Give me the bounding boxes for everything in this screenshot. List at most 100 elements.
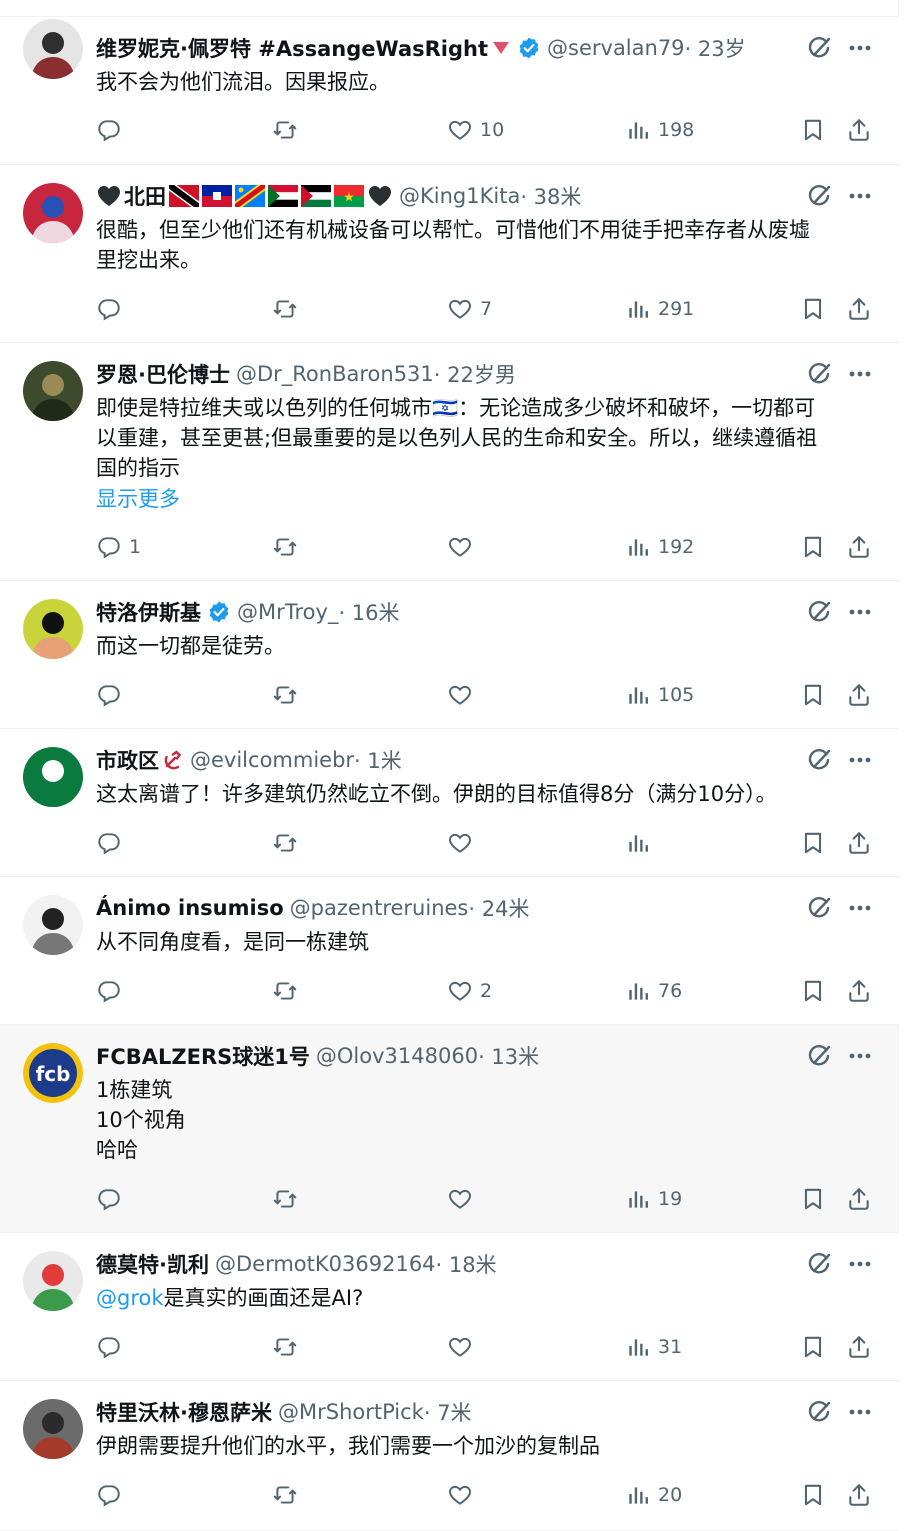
- user-handle[interactable]: @DermotK03692164: [215, 1252, 436, 1276]
- display-name[interactable]: 维罗妮克·佩罗特 #AssangeWasRight: [96, 33, 488, 63]
- retweet-button[interactable]: [272, 828, 298, 858]
- show-more-link[interactable]: 显示更多: [96, 483, 180, 513]
- more-icon[interactable]: [846, 360, 874, 388]
- retweet-button[interactable]: [272, 294, 298, 324]
- user-handle[interactable]: @King1Kita: [399, 184, 520, 208]
- reply-button[interactable]: [96, 680, 122, 710]
- user-handle[interactable]: @evilcommiebr: [190, 748, 354, 772]
- avatar[interactable]: [23, 361, 83, 421]
- share-button[interactable]: [846, 976, 872, 1006]
- reply-button[interactable]: 1: [96, 532, 141, 562]
- avatar[interactable]: fcb: [23, 1043, 83, 1103]
- reply-button[interactable]: [96, 976, 122, 1006]
- display-name[interactable]: Ánimo insumiso: [96, 896, 284, 920]
- reply-button[interactable]: [96, 1480, 122, 1510]
- like-button[interactable]: [447, 1480, 473, 1510]
- share-button[interactable]: [846, 532, 872, 562]
- user-handle[interactable]: @Dr_RonBaron531: [236, 362, 434, 386]
- reply-tweet[interactable]: fcb FCBALZERS球迷1号 @Olov3148060 · 13米 1栋建筑 1…: [0, 1025, 899, 1233]
- user-handle[interactable]: @MrShortPick: [278, 1400, 424, 1424]
- views-button[interactable]: 291: [625, 294, 694, 324]
- reply-tweet[interactable]: 德莫特·凯利 @DermotK03692164 · 18米 @grok是真实的画面还…: [0, 1233, 899, 1381]
- avatar[interactable]: [23, 1399, 83, 1459]
- more-icon[interactable]: [846, 1398, 874, 1426]
- like-button[interactable]: [447, 680, 473, 710]
- reply-button[interactable]: [96, 294, 122, 324]
- share-button[interactable]: [846, 1332, 872, 1362]
- share-button[interactable]: [846, 828, 872, 858]
- display-name[interactable]: FCBALZERS球迷1号: [96, 1041, 310, 1071]
- display-name[interactable]: 特里沃林·穆恩萨米: [96, 1397, 272, 1427]
- reply-tweet[interactable]: 维罗妮克·佩罗特 #AssangeWasRight @servalan79 · 2…: [0, 17, 899, 165]
- reply-button[interactable]: [96, 1332, 122, 1362]
- avatar[interactable]: [23, 747, 83, 807]
- bookmark-button[interactable]: [800, 115, 826, 145]
- user-handle[interactable]: @MrTroy_: [237, 600, 338, 624]
- reply-tweet[interactable]: Ánimo insumiso @pazentreruines · 24米 从不同角度…: [0, 877, 899, 1025]
- bookmark-button[interactable]: [800, 1184, 826, 1214]
- reply-button[interactable]: [96, 828, 122, 858]
- bookmark-button[interactable]: [800, 1332, 826, 1362]
- views-button[interactable]: 198: [625, 115, 694, 145]
- views-button[interactable]: 20: [625, 1480, 682, 1510]
- reply-tweet[interactable]: 市政区 @evilcommiebr · 1米 这太离谱了！许多建筑仍然屹立不倒。伊朗…: [0, 729, 899, 877]
- user-handle[interactable]: @servalan79: [547, 36, 685, 60]
- more-icon[interactable]: [846, 598, 874, 626]
- retweet-button[interactable]: [272, 1480, 298, 1510]
- retweet-button[interactable]: [272, 680, 298, 710]
- timestamp[interactable]: · 23岁: [685, 33, 746, 63]
- reply-button[interactable]: [96, 115, 122, 145]
- grok-icon[interactable]: [806, 746, 834, 774]
- bookmark-button[interactable]: [800, 828, 826, 858]
- retweet-button[interactable]: [272, 976, 298, 1006]
- share-button[interactable]: [846, 294, 872, 324]
- like-button[interactable]: [447, 1332, 473, 1362]
- bookmark-button[interactable]: [800, 976, 826, 1006]
- timestamp[interactable]: · 24米: [468, 893, 529, 923]
- display-name[interactable]: 市政区: [96, 745, 159, 775]
- timestamp[interactable]: · 18米: [436, 1249, 497, 1279]
- share-button[interactable]: [846, 115, 872, 145]
- more-icon[interactable]: [846, 1042, 874, 1070]
- grok-icon[interactable]: [806, 598, 834, 626]
- user-handle[interactable]: @pazentreruines: [290, 896, 469, 920]
- display-name[interactable]: 德莫特·凯利: [96, 1249, 209, 1279]
- bookmark-button[interactable]: [800, 680, 826, 710]
- like-button[interactable]: [447, 828, 473, 858]
- like-button[interactable]: [447, 1184, 473, 1214]
- avatar[interactable]: [23, 19, 83, 79]
- display-name[interactable]: 特洛伊斯基: [96, 597, 201, 627]
- avatar[interactable]: [23, 183, 83, 243]
- views-button[interactable]: 76: [625, 976, 682, 1006]
- reply-tweet[interactable]: 北田 @King1Kita · 38米 很酷，但至少他们还有机械设备可以帮忙。可惜他…: [0, 165, 899, 343]
- timestamp[interactable]: · 7米: [424, 1397, 472, 1427]
- retweet-button[interactable]: [272, 1184, 298, 1214]
- reply-tweet[interactable]: 特里沃林·穆恩萨米 @MrShortPick · 7米 伊朗需要提升他们的水平，我们…: [0, 1381, 899, 1531]
- timestamp[interactable]: · 22岁男: [434, 359, 516, 389]
- more-icon[interactable]: [846, 746, 874, 774]
- share-button[interactable]: [846, 1480, 872, 1510]
- like-button[interactable]: 7: [447, 294, 492, 324]
- grok-icon[interactable]: [806, 34, 834, 62]
- timestamp[interactable]: · 13米: [478, 1041, 539, 1071]
- views-button[interactable]: 19: [625, 1184, 682, 1214]
- display-name[interactable]: 北田: [124, 181, 166, 211]
- views-button[interactable]: 105: [625, 680, 694, 710]
- more-icon[interactable]: [846, 34, 874, 62]
- avatar[interactable]: [23, 599, 83, 659]
- timestamp[interactable]: · 16米: [338, 597, 399, 627]
- user-handle[interactable]: @Olov3148060: [316, 1044, 478, 1068]
- bookmark-button[interactable]: [800, 532, 826, 562]
- like-button[interactable]: [447, 532, 473, 562]
- avatar[interactable]: [23, 895, 83, 955]
- grok-icon[interactable]: [806, 1398, 834, 1426]
- grok-icon[interactable]: [806, 182, 834, 210]
- like-button[interactable]: 2: [447, 976, 492, 1006]
- timestamp[interactable]: · 38米: [520, 181, 581, 211]
- grok-icon[interactable]: [806, 1250, 834, 1278]
- grok-icon[interactable]: [806, 1042, 834, 1070]
- reply-tweet[interactable]: 特洛伊斯基 @MrTroy_ · 16米 而这一切都是徒劳。 105: [0, 581, 899, 729]
- retweet-button[interactable]: [272, 532, 298, 562]
- reply-tweet[interactable]: 罗恩·巴伦博士 @Dr_RonBaron531 · 22岁男 即使是特拉维夫或以色列…: [0, 343, 899, 581]
- avatar[interactable]: [23, 1251, 83, 1311]
